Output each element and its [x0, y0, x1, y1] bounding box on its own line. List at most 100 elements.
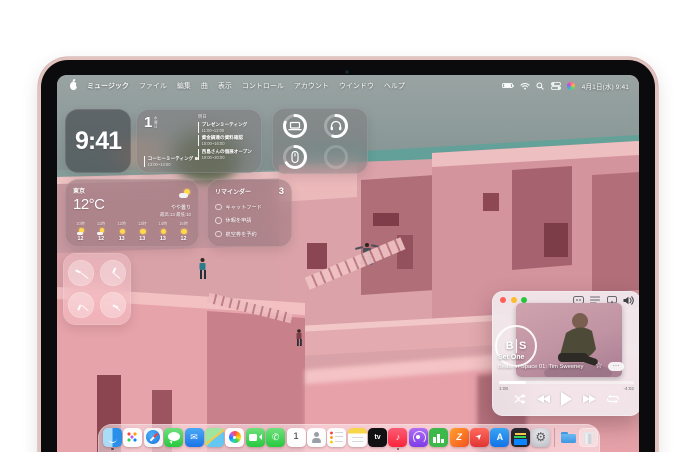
dock-notes-icon[interactable] — [348, 428, 367, 447]
dock-app-library-icon[interactable] — [123, 428, 142, 447]
hourly-forecast: 14時 13 — [153, 221, 172, 243]
shuffle-button[interactable] — [514, 394, 526, 404]
calendar-event[interactable]: プレゼンミーティング 11:00~12:00 — [198, 122, 256, 133]
world-clock-widget[interactable] — [63, 253, 131, 325]
reminder-row[interactable]: 航空券を予約 — [215, 231, 284, 238]
favorite-star-button[interactable]: ☆ — [595, 360, 603, 371]
calendar-event[interactable]: 西島さんの個展オープン 19:00~20:00 — [198, 149, 256, 160]
reminder-row[interactable]: 休暇を申請 — [215, 217, 284, 224]
apple-menu-icon[interactable] — [70, 82, 77, 90]
clock-widget[interactable]: 9:41 — [65, 109, 131, 173]
analog-clock — [68, 260, 94, 286]
screen: ミュージック ファイル 編集 曲 表示 コントロール アカウント ウインドウ ヘ… — [57, 75, 639, 452]
cloud-sun-icon — [179, 189, 191, 198]
event-time: 13:00~14:00 — [148, 162, 198, 167]
battery-ring-laptop — [282, 113, 308, 139]
menu-edit[interactable]: 編集 — [177, 81, 191, 91]
dock-finder-icon[interactable] — [103, 428, 122, 447]
calendar-weekday: 水曜日 — [154, 116, 159, 128]
menu-music[interactable]: ミュージック — [87, 81, 129, 91]
reminders-count: 3 — [279, 186, 284, 197]
previous-button[interactable] — [537, 395, 550, 403]
checkbox-circle[interactable] — [215, 217, 222, 224]
dock-calendar-icon[interactable]: 1 — [287, 428, 306, 447]
battery-ring-mouse — [282, 144, 308, 170]
dock-settings-icon[interactable]: ⚙ — [531, 428, 550, 447]
wifi-icon[interactable] — [520, 82, 530, 90]
partly-cloudy-icon — [97, 228, 105, 235]
menu-view[interactable]: 表示 — [218, 81, 232, 91]
close-button[interactable] — [500, 297, 506, 303]
time-remaining: -4:02 — [624, 386, 634, 391]
progress-fill — [499, 381, 526, 384]
dock-photos-icon[interactable] — [225, 428, 244, 447]
hourly-forecast: 12時 13 — [112, 221, 131, 243]
dock-z-app-icon[interactable]: Z — [450, 428, 469, 447]
dock-messages-icon[interactable] — [164, 428, 183, 447]
album-title: Set One — [498, 354, 524, 361]
event-time: 19:00~20:00 — [202, 155, 256, 160]
batteries-widget[interactable] — [272, 108, 368, 174]
music-mini-player-window[interactable]: BS Set One Beats In Space 01: Tim Sweene… — [492, 291, 639, 416]
calendar-day: 1 — [144, 114, 152, 131]
dock-trash-icon[interactable] — [579, 428, 598, 447]
search-icon[interactable] — [536, 82, 544, 90]
reminder-row[interactable]: キャットフード — [215, 204, 284, 211]
event-time: 11:00~12:00 — [202, 128, 256, 133]
menu-help[interactable]: ヘルプ — [384, 81, 405, 91]
siri-icon[interactable] — [567, 82, 575, 90]
dock-podcasts-icon[interactable] — [409, 428, 428, 447]
more-button[interactable]: … — [608, 362, 624, 371]
dock-facetime-icon[interactable] — [246, 428, 265, 447]
menu-song[interactable]: 曲 — [201, 81, 208, 91]
dock-contacts-icon[interactable] — [307, 428, 326, 447]
progress-bar[interactable] — [499, 381, 634, 384]
checkbox-circle[interactable] — [215, 231, 222, 238]
dock-tv-icon[interactable]: tv — [368, 428, 387, 447]
reminders-title: リマインダー — [215, 187, 251, 196]
analog-clock — [100, 292, 126, 318]
dock-downloads-folder-icon[interactable] — [559, 428, 578, 447]
menu-datetime[interactable]: 4月1日(水) 9:41 — [582, 81, 629, 91]
dock-music-icon[interactable]: ♪ — [388, 428, 407, 447]
event-title: コーヒーミーティング — [148, 156, 194, 161]
dock-rocket-app-icon[interactable]: ➤ — [470, 428, 489, 447]
analog-clock — [68, 292, 94, 318]
volume-icon[interactable] — [623, 296, 634, 305]
dock-app-store-icon[interactable]: A — [490, 428, 509, 447]
reminder-label: 休暇を申請 — [226, 217, 252, 224]
dock-wallet-icon[interactable] — [511, 428, 530, 447]
menu-window[interactable]: ウインドウ — [339, 81, 374, 91]
time-elapsed: 1:08 — [499, 386, 508, 391]
weather-widget[interactable]: 東京 12°C やや曇り 最高:13 最低:10 10時 12 11時 — [65, 179, 199, 247]
repeat-button[interactable] — [607, 394, 619, 404]
weather-condition: やや曇り — [160, 204, 191, 211]
menu-file[interactable]: ファイル — [139, 81, 167, 91]
dock-phone-icon[interactable]: ✆ — [266, 428, 285, 447]
calendar-tomorrow-label: 明日 — [198, 114, 256, 120]
checkbox-circle[interactable] — [215, 204, 222, 211]
calendar-widget[interactable]: 1水曜日 コーヒーミーティング 13:00~14:00 明日 プレゼンミーティン… — [136, 109, 262, 173]
hourly-forecast: 10時 12 — [71, 221, 90, 243]
dock-reminders-icon[interactable] — [327, 428, 346, 447]
menu-controls[interactable]: コントロール — [242, 81, 284, 91]
hourly-forecast: 11時 12 — [92, 221, 111, 243]
dock-mail-icon[interactable]: ✉ — [185, 428, 204, 447]
menu-account[interactable]: アカウント — [294, 81, 329, 91]
reminders-widget[interactable]: リマインダー 3 キャットフード 休暇を申請 航空券を予約 — [207, 179, 292, 247]
control-center-icon[interactable] — [551, 82, 561, 90]
hourly-forecast: 13時 13 — [133, 221, 152, 243]
reminder-label: 航空券を予約 — [226, 231, 257, 238]
calendar-event[interactable]: コーヒーミーティング 13:00~14:00 — [144, 156, 198, 167]
hourly-forecast: 15時 12 — [174, 221, 193, 243]
battery-icon[interactable] — [502, 83, 513, 89]
running-indicator — [397, 448, 399, 450]
dock-safari-icon[interactable] — [144, 428, 163, 447]
dock-numbers-icon[interactable] — [429, 428, 448, 447]
play-button[interactable] — [561, 392, 572, 406]
calendar-event[interactable]: 資金調達の資料確認 15:00~16:00 — [198, 135, 256, 146]
minimize-button[interactable] — [511, 297, 517, 303]
marketing-canvas: ミュージック ファイル 編集 曲 表示 コントロール アカウント ウインドウ ヘ… — [0, 0, 696, 452]
next-button[interactable] — [583, 395, 596, 403]
dock-maps-icon[interactable] — [205, 428, 224, 447]
